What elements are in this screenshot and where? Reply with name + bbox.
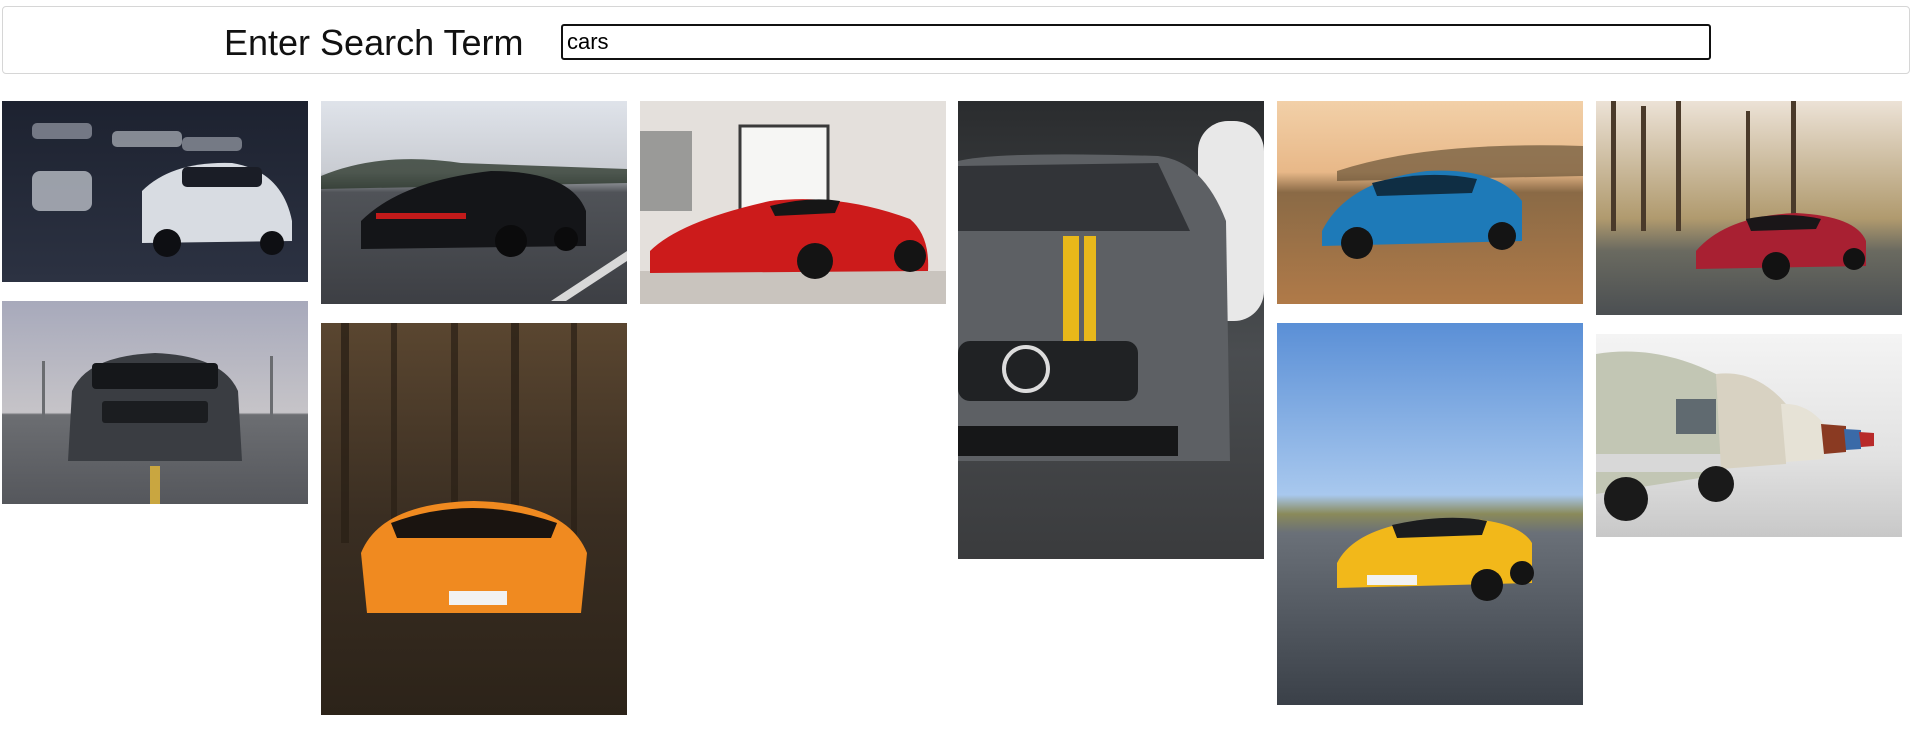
gallery-image-red-mercedes-amg[interactable] bbox=[1596, 101, 1902, 315]
gallery-image-blue-camaro[interactable] bbox=[1277, 101, 1583, 304]
search-label: Enter Search Term bbox=[224, 22, 524, 63]
search-bar: Enter Search Term bbox=[2, 6, 1910, 74]
gallery-image-gray-mustang[interactable] bbox=[2, 301, 308, 504]
gallery-image-yellow-mercedes-amg[interactable] bbox=[1277, 323, 1583, 705]
gallery-image-gray-mercedes[interactable] bbox=[958, 101, 1264, 559]
search-input[interactable] bbox=[561, 24, 1711, 60]
gallery-image-vintage-bmw-row[interactable] bbox=[1596, 334, 1902, 537]
gallery-image-orange-lamborghini[interactable] bbox=[321, 323, 627, 715]
gallery-image-black-porsche[interactable] bbox=[321, 101, 627, 304]
gallery-image-red-ferrari[interactable] bbox=[640, 101, 946, 304]
gallery-image-white-camaro[interactable] bbox=[2, 101, 308, 282]
